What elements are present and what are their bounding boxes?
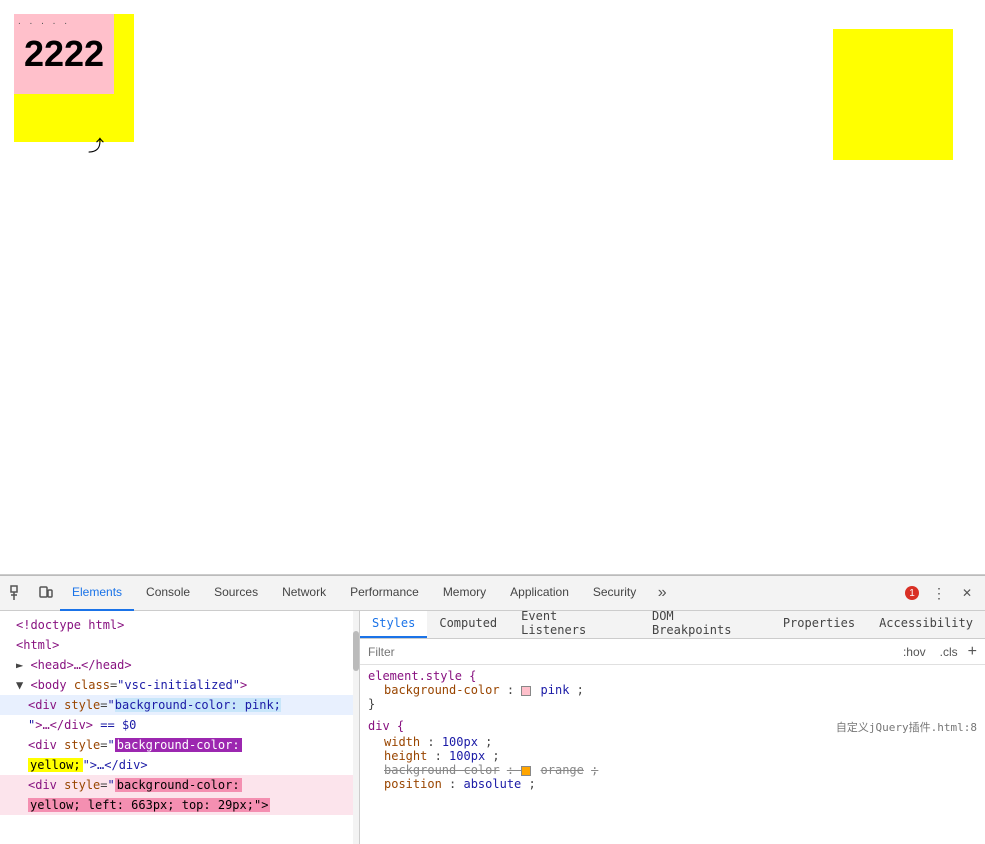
device-toggle-button[interactable] [32, 579, 60, 607]
add-style-rule-button[interactable]: + [968, 644, 977, 660]
styles-tabs: Styles Computed Event Listeners DOM Brea… [360, 611, 985, 639]
number-display: 2222 [24, 33, 104, 75]
mouse-cursor: ⤴ [88, 132, 100, 148]
subtab-accessibility[interactable]: Accessibility [867, 611, 985, 638]
element-style-selector[interactable]: element.style { [368, 669, 977, 683]
tab-application[interactable]: Application [498, 576, 581, 611]
dom-scrollbar-thumb[interactable] [353, 631, 359, 671]
yellow-box-right [833, 29, 953, 160]
div-rule-header: div { 自定义jQuery插件.html:8 [368, 719, 977, 735]
dom-line-div-abs-1[interactable]: <div style="background-color: [0, 775, 359, 795]
tab-elements[interactable]: Elements [60, 576, 134, 611]
dom-line-div-pink-close[interactable]: ">…</div> == $0 [0, 715, 359, 735]
css-rules-area: element.style { background-color : pink … [360, 665, 985, 844]
element-style-close: } [368, 697, 977, 711]
dom-line-div-yellow-1[interactable]: <div style="background-color: [0, 735, 359, 755]
prop-background-color-orange[interactable]: background-color : orange ; [368, 763, 977, 777]
hov-filter-button[interactable]: :hov [899, 644, 930, 660]
rule-source[interactable]: 自定义jQuery插件.html:8 [836, 719, 977, 735]
div-rule: div { 自定义jQuery插件.html:8 width : 100px ;… [368, 719, 977, 791]
inspect-element-button[interactable] [4, 579, 32, 607]
subtab-event-listeners[interactable]: Event Listeners [509, 611, 640, 638]
styles-filter-input[interactable] [368, 645, 899, 659]
devtools-more-options-button[interactable]: ⋮ [925, 579, 953, 607]
dom-line-doctype[interactable]: <!doctype html> [0, 615, 359, 635]
dom-line-div-abs-2[interactable]: yellow; left: 663px; top: 29px;"> [0, 795, 359, 815]
subtab-properties[interactable]: Properties [771, 611, 867, 638]
element-style-rule: element.style { background-color : pink … [368, 669, 977, 711]
prop-height[interactable]: height : 100px ; [368, 749, 977, 763]
subtab-dom-breakpoints[interactable]: DOM Breakpoints [640, 611, 771, 638]
dom-scrollbar-track [353, 611, 359, 844]
tab-performance[interactable]: Performance [338, 576, 431, 611]
tab-security[interactable]: Security [581, 576, 648, 611]
dom-line-head[interactable]: ► <head>…</head> [0, 655, 359, 675]
yellow-box-left: . . . . . 2222 [14, 14, 134, 142]
dom-line-body[interactable]: ▼ <body class="vsc-initialized"> [0, 675, 359, 695]
subtab-styles[interactable]: Styles [360, 611, 427, 638]
more-tabs-button[interactable]: » [648, 579, 676, 607]
prop-width[interactable]: width : 100px ; [368, 735, 977, 749]
pink-overlay: . . . . . 2222 [14, 14, 114, 94]
tab-sources[interactable]: Sources [202, 576, 270, 611]
prop-background-color-pink[interactable]: background-color : pink ; [368, 683, 977, 697]
dom-line-div-yellow-2[interactable]: yellow;">…</div> [0, 755, 359, 775]
devtools-panel: Elements Console Sources Network Perform… [0, 575, 985, 844]
filter-bar: :hov .cls + [360, 639, 985, 665]
dots-row: . . . . . [18, 16, 70, 27]
tab-memory[interactable]: Memory [431, 576, 498, 611]
subtab-computed[interactable]: Computed [427, 611, 509, 638]
pink-color-swatch [521, 686, 531, 696]
prop-position[interactable]: position : absolute ; [368, 777, 977, 791]
error-badge[interactable]: 1 [899, 586, 925, 600]
dom-line-div-pink[interactable]: <div style="background-color: pink; [0, 695, 359, 715]
browser-viewport: . . . . . 2222 ⤴ [0, 0, 985, 575]
devtools-content: <!doctype html> <html> ► <head>…</head> … [0, 611, 985, 844]
orange-color-swatch [521, 766, 531, 776]
error-circle: 1 [905, 586, 919, 600]
dom-panel: <!doctype html> <html> ► <head>…</head> … [0, 611, 360, 844]
tab-network[interactable]: Network [270, 576, 338, 611]
dom-line-html[interactable]: <html> [0, 635, 359, 655]
devtools-toolbar: Elements Console Sources Network Perform… [0, 576, 985, 611]
cls-filter-button[interactable]: .cls [936, 644, 962, 660]
close-devtools-button[interactable]: ✕ [953, 579, 981, 607]
filter-actions: :hov .cls + [899, 644, 977, 660]
styles-panel: Styles Computed Event Listeners DOM Brea… [360, 611, 985, 844]
tab-console[interactable]: Console [134, 576, 202, 611]
